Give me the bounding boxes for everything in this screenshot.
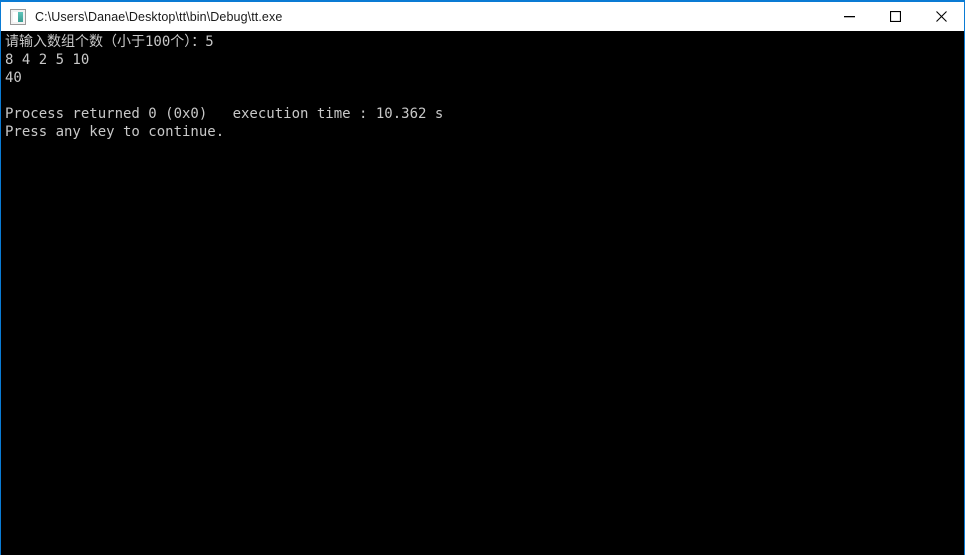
console-app-icon — [10, 8, 26, 25]
minimize-icon — [843, 16, 855, 18]
console-line: Process returned 0 (0x0) execution time … — [5, 106, 444, 122]
close-icon — [935, 11, 947, 22]
title-bar[interactable]: C:\Users\Danae\Desktop\tt\bin\Debug\tt.e… — [1, 2, 964, 31]
maximize-button[interactable] — [872, 2, 918, 31]
maximize-icon — [889, 11, 901, 22]
console-line: 请输入数组个数（小于100个）：5 — [5, 34, 214, 50]
console-output-area[interactable]: 请输入数组个数（小于100个）：5 8 4 2 5 10 40 Process … — [1, 31, 964, 555]
minimize-button[interactable] — [826, 2, 872, 31]
window-controls — [826, 2, 964, 31]
console-line: Press any key to continue. — [5, 124, 225, 140]
window-title: C:\Users\Danae\Desktop\tt\bin\Debug\tt.e… — [35, 9, 283, 24]
console-line: 40 — [5, 70, 22, 86]
console-window: C:\Users\Danae\Desktop\tt\bin\Debug\tt.e… — [0, 0, 965, 555]
close-button[interactable] — [918, 2, 964, 31]
console-line: 8 4 2 5 10 — [5, 52, 90, 68]
